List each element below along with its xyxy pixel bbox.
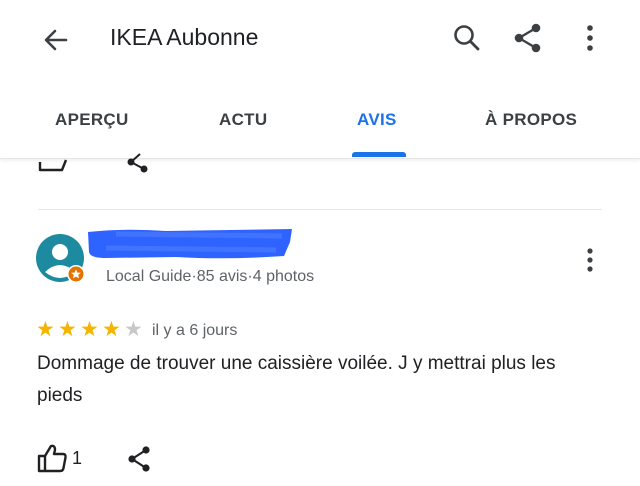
page-title: IKEA Aubonne — [110, 24, 259, 50]
star-icon: ★ — [80, 318, 99, 341]
review-divider — [38, 209, 602, 210]
previous-review-actions — [38, 153, 148, 173]
previous-share-icon — [127, 153, 148, 173]
author-meta: Local Guide·85 avis·4 photos — [106, 268, 315, 285]
review-date: il y a 6 jours — [152, 322, 238, 339]
top-app-bar: IKEA Aubonne — [0, 0, 640, 80]
star-rating: ★ ★ ★ ★ ★ — [36, 319, 146, 341]
star-icon: ★ — [124, 318, 143, 341]
author-name-redaction — [88, 229, 292, 259]
local-guide-badge-icon — [67, 265, 85, 283]
tab-avis[interactable]: AVIS — [357, 110, 397, 130]
tab-actu[interactable]: ACTU — [219, 110, 267, 130]
review-more-icon[interactable] — [578, 244, 602, 276]
star-icon: ★ — [102, 318, 121, 341]
back-arrow-icon[interactable] — [38, 22, 74, 58]
avatar[interactable] — [36, 234, 86, 284]
review-share-icon[interactable] — [124, 444, 154, 474]
tab-a-propos[interactable]: À PROPOS — [485, 110, 577, 130]
tab-bar: APERÇU ACTU AVIS À PROPOS — [0, 82, 640, 159]
previous-like-icon — [38, 159, 68, 172]
review-text: Dommage de trouver une caissière voilée.… — [37, 353, 556, 406]
star-icon: ★ — [58, 318, 77, 341]
like-count: 1 — [72, 448, 83, 468]
tab-apercu[interactable]: APERÇU — [55, 110, 129, 130]
share-icon[interactable] — [510, 20, 546, 56]
more-vert-icon[interactable] — [572, 20, 608, 56]
search-icon[interactable] — [449, 20, 485, 56]
like-icon[interactable] — [36, 442, 68, 474]
star-icon: ★ — [36, 318, 55, 341]
